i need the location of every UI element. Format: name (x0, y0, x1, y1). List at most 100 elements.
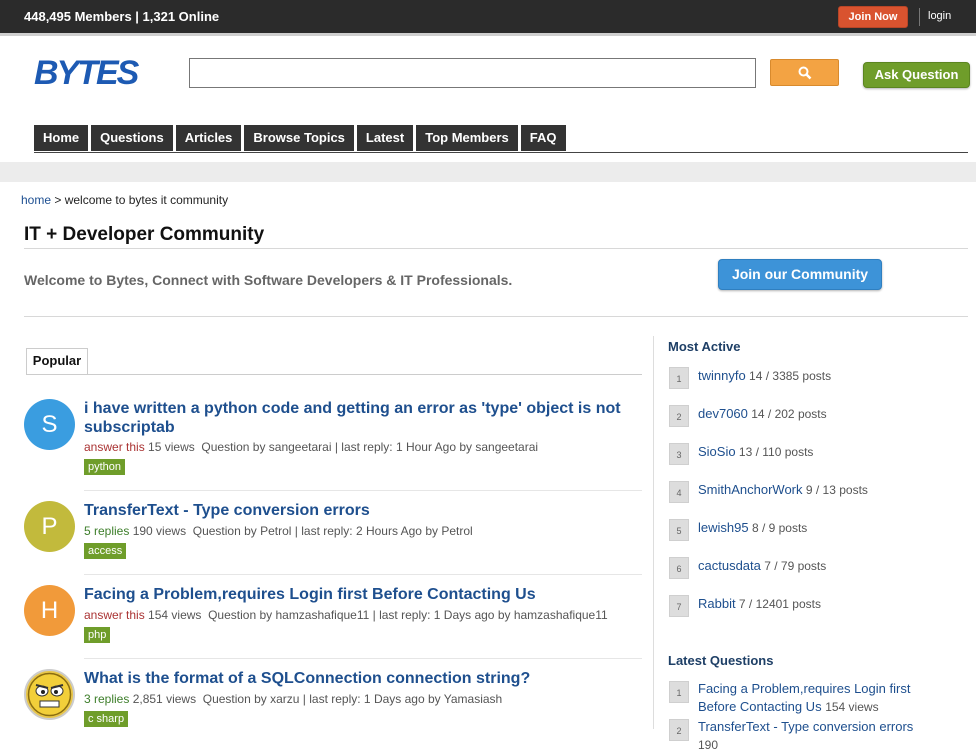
member-stats: 14 / 3385 posts (749, 369, 832, 383)
divider (84, 658, 642, 659)
rank-badge: 5 (669, 519, 689, 541)
member-stats: 14 / 202 posts (751, 407, 827, 421)
avatar[interactable] (24, 669, 75, 720)
question-meta: answer this 154 views Question by hamzas… (84, 608, 608, 622)
question-views: 190 views (132, 524, 187, 538)
question-title[interactable]: What is the format of a SQLConnection co… (84, 669, 634, 688)
search-input[interactable] (189, 58, 756, 88)
main-nav: Home Questions Articles Browse Topics La… (34, 125, 569, 152)
member-stats: 448,495 Members | 1,321 Online (24, 9, 220, 24)
ask-question-button[interactable]: Ask Question (863, 62, 970, 88)
rank-badge: 3 (669, 443, 689, 465)
rank-badge: 6 (669, 557, 689, 579)
latest-question-views: 154 views (825, 700, 879, 714)
question-info: Question by xarzu | last reply: 1 Days a… (202, 692, 503, 706)
tab-popular[interactable]: Popular (26, 348, 88, 375)
member-item: twinnyfo 14 / 3385 posts (698, 368, 831, 383)
question-meta: answer this 15 views Question by sangeet… (84, 440, 538, 454)
nav-latest[interactable]: Latest (356, 125, 414, 151)
rank-badge: 1 (669, 367, 689, 389)
question-status[interactable]: answer this (84, 608, 145, 622)
member-item: dev7060 14 / 202 posts (698, 406, 827, 421)
question-status[interactable]: 5 replies (84, 524, 129, 538)
latest-question-title[interactable]: TransferText - Type conversion errors (698, 719, 913, 734)
header-band (0, 162, 976, 182)
search-icon (798, 66, 812, 80)
member-item: SioSio 13 / 110 posts (698, 444, 813, 459)
breadcrumb-home-link[interactable]: home (21, 193, 51, 207)
question-views: 15 views (148, 440, 195, 454)
member-name[interactable]: twinnyfo (698, 368, 746, 383)
rank-badge: 4 (669, 481, 689, 503)
member-item: Rabbit 7 / 12401 posts (698, 596, 821, 611)
question-meta: 3 replies 2,851 views Question by xarzu … (84, 692, 502, 706)
member-stats: 13 / 110 posts (738, 445, 814, 459)
search-button[interactable] (770, 59, 839, 86)
member-name[interactable]: SioSio (698, 444, 736, 459)
nav-faq[interactable]: FAQ (520, 125, 566, 151)
join-community-button[interactable]: Join our Community (718, 259, 882, 290)
divider (24, 316, 968, 317)
member-stats: 9 / 13 posts (805, 483, 868, 497)
smiley-avatar-icon (27, 672, 72, 717)
avatar[interactable]: S (24, 399, 75, 450)
member-stats: 8 / 9 posts (751, 521, 808, 535)
tag-access[interactable]: access (84, 543, 127, 559)
member-name[interactable]: lewish95 (698, 520, 749, 535)
question-title[interactable]: TransferText - Type conversion errors (84, 501, 634, 520)
question-status[interactable]: 3 replies (84, 692, 129, 706)
latest-question-item: Facing a Problem,requires Login first Be… (698, 680, 928, 716)
nav-underline (34, 152, 968, 153)
latest-questions-heading: Latest Questions (668, 653, 774, 668)
member-name[interactable]: Rabbit (698, 596, 736, 611)
question-info: Question by sangeetarai | last reply: 1 … (201, 440, 539, 454)
member-item: lewish95 8 / 9 posts (698, 520, 807, 535)
tag-php[interactable]: php (84, 627, 111, 643)
breadcrumb-current: > welcome to bytes it community (54, 193, 229, 207)
nav-questions[interactable]: Questions (91, 125, 173, 151)
latest-question-views: 190 (698, 738, 719, 752)
question-views: 2,851 views (132, 692, 197, 706)
rank-badge: 7 (669, 595, 689, 617)
rank-badge: 1 (669, 681, 689, 703)
bytes-logo[interactable]: BYTES (34, 56, 139, 90)
nav-browse-topics[interactable]: Browse Topics (244, 125, 354, 151)
member-name[interactable]: dev7060 (698, 406, 748, 421)
question-meta: 5 replies 190 views Question by Petrol |… (84, 524, 473, 538)
nav-articles[interactable]: Articles (175, 125, 242, 151)
question-status[interactable]: answer this (84, 440, 145, 454)
member-stats: 7 / 79 posts (764, 559, 827, 573)
breadcrumb: home > welcome to bytes it community (21, 193, 228, 207)
member-name[interactable]: SmithAnchorWork (698, 482, 803, 497)
divider (84, 490, 642, 491)
login-link[interactable]: login (928, 10, 951, 22)
nav-home[interactable]: Home (34, 125, 89, 151)
divider (84, 574, 642, 575)
tab-underline (26, 374, 642, 375)
member-item: cactusdata 7 / 79 posts (698, 558, 826, 573)
member-item: SmithAnchorWork 9 / 13 posts (698, 482, 868, 497)
question-views: 154 views (148, 608, 202, 622)
nav-top-members[interactable]: Top Members (416, 125, 518, 151)
latest-question-item: TransferText - Type conversion errors 19… (698, 718, 928, 754)
sidebar-divider (653, 336, 654, 729)
page-title: IT + Developer Community (24, 224, 265, 245)
question-info: Question by hamzashafique11 | last reply… (208, 608, 608, 622)
avatar[interactable]: H (24, 585, 75, 636)
welcome-text: Welcome to Bytes, Connect with Software … (24, 272, 513, 288)
member-stats: 7 / 12401 posts (738, 597, 821, 611)
rank-badge: 2 (669, 719, 689, 741)
member-name[interactable]: cactusdata (698, 558, 761, 573)
join-now-button[interactable]: Join Now (838, 6, 908, 28)
divider (919, 8, 920, 26)
top-bar: 448,495 Members | 1,321 Online Join Now … (0, 0, 976, 36)
divider (24, 248, 968, 249)
rank-badge: 2 (669, 405, 689, 427)
question-title[interactable]: i have written a python code and getting… (84, 399, 634, 437)
tag-c-sharp[interactable]: c sharp (84, 711, 129, 727)
tag-python[interactable]: python (84, 459, 126, 475)
most-active-heading: Most Active (668, 339, 741, 354)
question-info: Question by Petrol | last reply: 2 Hours… (192, 524, 473, 538)
question-title[interactable]: Facing a Problem,requires Login first Be… (84, 585, 634, 604)
avatar[interactable]: P (24, 501, 75, 552)
